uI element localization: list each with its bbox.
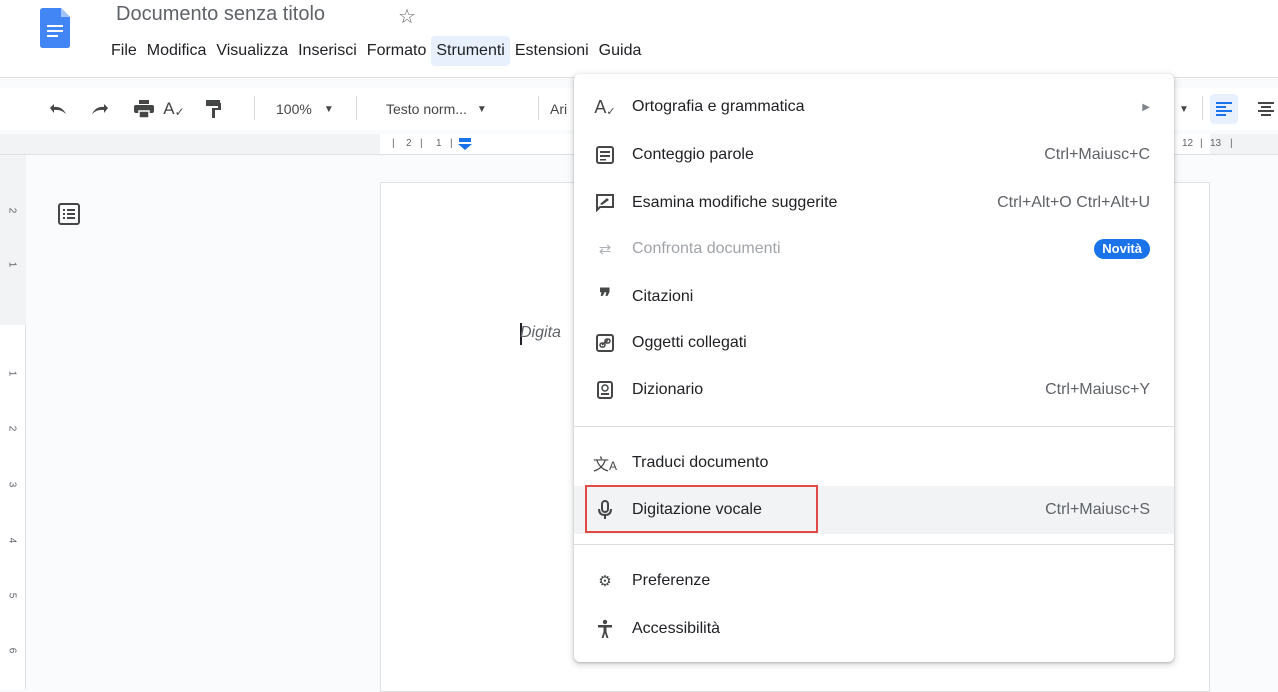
ruler-number: 1 [436,138,442,149]
menu-item-spellcheck[interactable]: A ✓ Ortografia e grammatica ▶ [574,86,1174,128]
menu-item-shortcut: Ctrl+Alt+O Ctrl+Alt+U [997,194,1150,211]
ruler-tick: | [420,138,423,149]
ruler-tick: | [1200,138,1203,149]
vruler-number: 1 [6,261,18,268]
menu-file[interactable]: File [106,36,142,66]
vruler-margin-area [0,155,26,325]
new-badge: Novità [1094,239,1150,259]
menu-item-translate[interactable]: 文A Traduci documento [574,442,1174,484]
ruler-tick: | [392,138,395,149]
menu-item-word-count[interactable]: Conteggio parole Ctrl+Maiusc+C [574,134,1174,176]
print-icon[interactable] [132,96,156,122]
toolbar-divider [538,96,539,120]
ruler-tick: | [1230,138,1233,149]
vruler-number: 4 [6,537,18,544]
highlight-annotation-box [585,485,818,533]
font-value: Ari [550,101,568,117]
document-outline-icon[interactable] [58,203,80,230]
menu-item-shortcut: Ctrl+Maiusc+C [1044,146,1150,163]
menu-visualizza[interactable]: Visualizza [211,36,293,66]
menu-item-label: Citazioni [632,288,694,305]
zoom-select[interactable]: 100% ▼ [270,96,348,122]
menu-item-shortcut: Ctrl+Maiusc+S [1045,501,1150,518]
menu-item-label: Traduci documento [632,454,769,471]
translate-icon: 文A [592,457,618,474]
vruler-number: 5 [6,592,18,599]
document-title[interactable]: Documento senza titolo [116,3,325,26]
star-outline-icon[interactable]: ☆ [398,4,416,29]
menu-item-linked-objects[interactable]: Oggetti collegati [574,322,1174,364]
vruler-number: 6 [6,647,18,654]
menu-bar: File Modifica Visualizza Inserisci Forma… [106,36,646,66]
menu-divider [574,426,1174,427]
ruler-tick: | [450,138,453,149]
spellcheck-icon[interactable]: A ✓ [162,96,186,122]
menu-item-label: Preferenze [632,572,711,589]
toolbar-divider [254,96,255,120]
menu-guida[interactable]: Guida [594,36,647,66]
menu-item-label: Oggetti collegati [632,334,747,351]
submenu-arrow-icon: ▶ [1142,101,1150,113]
menu-estensioni[interactable]: Estensioni [510,36,594,66]
menu-item-label: Confronta documenti [632,240,781,257]
dictionary-icon [594,379,616,401]
menu-item-accessibility[interactable]: Accessibilità [574,608,1174,650]
paint-format-icon[interactable] [202,96,226,122]
style-select[interactable]: Testo norm... ▼ [372,96,532,122]
accessibility-icon [594,618,616,640]
style-value: Testo norm... [386,101,467,117]
font-select[interactable]: Ari [550,96,574,122]
menu-item-dictionary[interactable]: Dizionario Ctrl+Maiusc+Y [574,369,1174,411]
menu-item-citations[interactable]: ❞ Citazioni [574,276,1174,318]
preferences-icon: ⚙ [598,573,612,590]
review-edits-icon [594,192,616,214]
ruler-number: 2 [406,138,412,149]
page-placeholder-text: Digita [520,324,561,341]
menu-item-label: Conteggio parole [632,146,754,163]
ruler-number: 13 [1210,138,1222,149]
tools-dropdown-menu: A ✓ Ortografia e grammatica ▶ Conteggio p… [574,74,1174,662]
vertical-ruler[interactable]: 2 1 1 2 3 4 5 6 [0,155,26,689]
menu-divider [574,544,1174,545]
align-left-icon[interactable] [1210,94,1238,124]
app-header: Documento senza titolo ☆ File Modifica V… [0,0,1278,78]
menu-item-shortcut: Ctrl+Maiusc+Y [1045,381,1150,398]
zoom-value: 100% [276,101,312,117]
menu-inserisci[interactable]: Inserisci [293,36,362,66]
menu-formato[interactable]: Formato [362,36,432,66]
menu-item-label: Accessibilità [632,620,721,637]
menu-item-review-edits[interactable]: Esamina modifiche suggerite Ctrl+Alt+O C… [574,182,1174,224]
menu-item-compare[interactable]: ⇄ Confronta documenti Novità [574,228,1174,270]
align-center-icon[interactable] [1256,96,1276,122]
chevron-down-icon[interactable]: ▼ [1174,96,1194,122]
indent-marker-icon[interactable] [458,137,472,155]
chevron-down-icon: ▼ [323,103,334,115]
vruler-number: 2 [6,425,18,432]
ruler-number: 12 [1182,138,1194,149]
menu-item-preferences[interactable]: ⚙ Preferenze [574,560,1174,602]
menu-strumenti[interactable]: Strumenti [431,36,510,66]
spellcheck-icon: A ✓ [594,96,616,118]
undo-icon[interactable] [46,96,70,122]
toolbar-divider [356,96,357,120]
compare-icon: ⇄ [598,241,612,258]
vruler-number: 3 [6,481,18,488]
docs-logo-icon[interactable] [40,8,70,48]
word-count-icon [594,144,616,166]
link-objects-icon [594,332,616,354]
redo-icon[interactable] [88,96,112,122]
menu-modifica[interactable]: Modifica [142,36,212,66]
quote-icon: ❞ [599,284,611,309]
vruler-number: 1 [6,370,18,377]
menu-item-label: Esamina modifiche suggerite [632,194,838,211]
toolbar-divider [1202,96,1203,120]
menu-item-label: Ortografia e grammatica [632,98,805,115]
vruler-number: 2 [6,207,18,214]
chevron-down-icon: ▼ [476,103,487,115]
menu-item-label: Dizionario [632,381,704,398]
